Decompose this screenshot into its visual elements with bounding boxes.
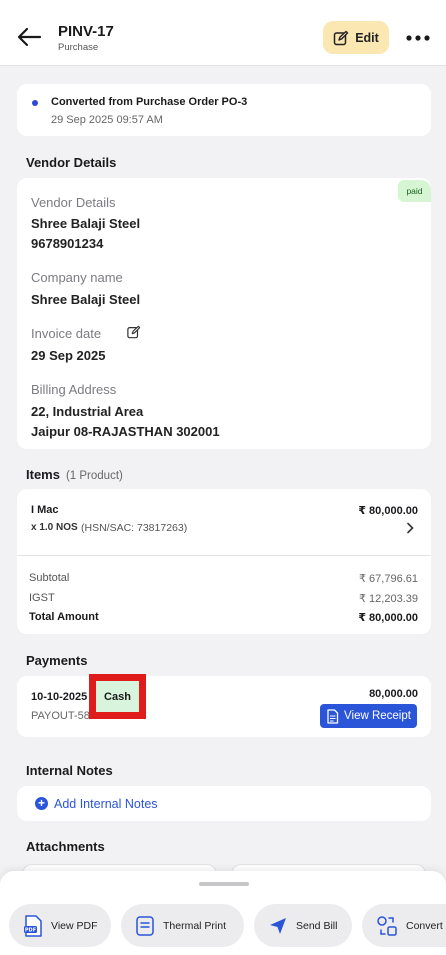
status-dot	[32, 100, 38, 106]
total-amount-value: ₹ 80,000.00	[358, 612, 418, 624]
payment-reference: PAYOUT-58	[31, 710, 90, 722]
convert-label: Convert	[406, 919, 443, 932]
send-icon	[270, 917, 286, 934]
convert-icon	[377, 915, 397, 936]
view-receipt-button[interactable]: View Receipt	[320, 704, 417, 728]
view-pdf-label: View PDF	[51, 919, 98, 932]
convert-button[interactable]: Convert	[362, 904, 446, 947]
svg-text:PDF: PDF	[25, 927, 36, 933]
page-title: PINV-17	[58, 23, 114, 40]
payment-date: 10-10-2025	[31, 691, 88, 703]
items-count: (1 Product)	[65, 470, 123, 482]
top-bar: PINV-17 Purchase Edit	[0, 0, 446, 66]
view-pdf-button[interactable]: PDF View PDF	[9, 904, 111, 947]
company-label: Company name	[31, 270, 123, 285]
igst-label: IGST	[29, 592, 55, 604]
vendor-section-title: Vendor Details	[26, 155, 117, 170]
item-quantity: x 1.0 NOS	[31, 522, 78, 533]
subtotal-value: ₹ 67,796.61	[359, 573, 418, 585]
billing-address-label: Billing Address	[31, 382, 117, 397]
page-subtitle: Purchase	[58, 42, 99, 53]
item-name: I Mac	[31, 504, 59, 516]
payment-amount: 80,000.00	[369, 688, 418, 700]
item-hsn: (HSN/SAC: 73817263)	[81, 522, 188, 534]
payment-mode-highlight: Cash	[89, 674, 146, 719]
more-options-icon[interactable]	[405, 30, 431, 46]
items-section-title: Items (1 Product)	[26, 467, 123, 482]
vendor-name: Shree Balaji Steel	[31, 216, 141, 231]
back-arrow-icon[interactable]	[16, 26, 42, 48]
thermal-print-button[interactable]: Thermal Print	[121, 904, 244, 947]
pdf-icon: PDF	[24, 914, 42, 937]
drag-handle[interactable]	[199, 882, 249, 886]
items-card: I Mac ₹ 80,000.00 x 1.0 NOS (HSN/SAC: 73…	[17, 489, 431, 634]
invoice-date-value: 29 Sep 2025	[31, 348, 106, 363]
attachments-title: Attachments	[26, 839, 105, 854]
internal-notes-title: Internal Notes	[26, 763, 113, 778]
add-internal-notes-button[interactable]: + Add Internal Notes	[17, 786, 431, 821]
bottom-action-sheet: PDF View PDF Thermal Print Send Bill Con…	[0, 871, 446, 955]
status-text: Converted from Purchase Order PO-3	[51, 96, 248, 108]
plus-icon: +	[35, 797, 48, 810]
chevron-right-icon[interactable]	[406, 522, 414, 534]
edit-icon	[333, 30, 349, 45]
invoice-date-label: Invoice date	[31, 326, 102, 341]
total-amount-label: Total Amount	[29, 611, 99, 623]
billing-address-line1: 22, Industrial Area	[31, 404, 144, 419]
send-bill-button[interactable]: Send Bill	[254, 904, 352, 947]
conversion-status-card: Converted from Purchase Order PO-3 29 Se…	[17, 84, 431, 136]
thermal-print-icon	[136, 915, 154, 936]
send-bill-label: Send Bill	[296, 919, 338, 932]
payments-section-title: Payments	[26, 653, 88, 668]
item-price: ₹ 80,000.00	[358, 505, 418, 517]
paid-status-badge: paid	[398, 180, 431, 202]
subtotal-label: Subtotal	[29, 572, 70, 584]
edit-button-label: Edit	[355, 30, 379, 45]
status-timestamp: 29 Sep 2025 09:57 AM	[51, 114, 163, 126]
edit-button[interactable]: Edit	[323, 21, 389, 54]
igst-value: ₹ 12,203.39	[359, 593, 418, 605]
view-receipt-label: View Receipt	[344, 710, 411, 722]
billing-address-line2: Jaipur 08-RAJASTHAN 302001	[31, 424, 220, 439]
receipt-icon	[327, 708, 339, 724]
vendor-label: Vendor Details	[31, 195, 116, 210]
vendor-phone: 9678901234	[31, 236, 104, 251]
thermal-print-label: Thermal Print	[163, 919, 227, 932]
vendor-details-card: paid Vendor Details Shree Balaji Steel 9…	[17, 178, 431, 449]
divider	[17, 555, 431, 556]
edit-invoice-date-icon[interactable]	[127, 325, 141, 339]
add-internal-notes-label: Add Internal Notes	[54, 797, 158, 811]
items-title: Items	[26, 467, 60, 482]
payment-mode-badge: Cash	[96, 681, 139, 712]
company-value: Shree Balaji Steel	[31, 292, 141, 307]
